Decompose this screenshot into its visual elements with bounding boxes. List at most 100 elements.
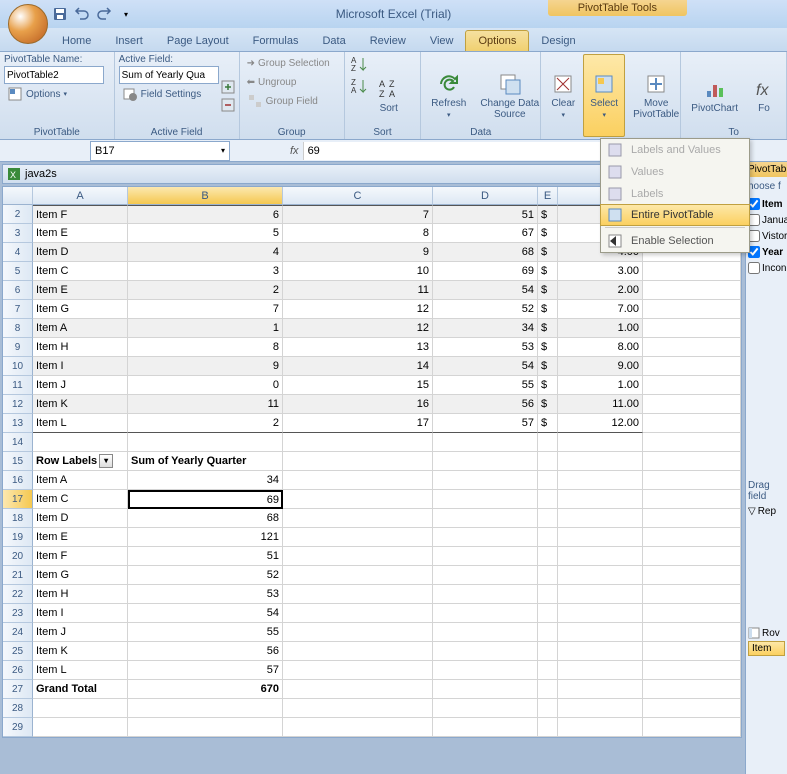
row-header[interactable]: 19	[3, 528, 33, 547]
pivot-options-button[interactable]: Options ▾	[4, 85, 104, 103]
pivot-row-labels-header[interactable]: Row Labels▾	[33, 452, 128, 471]
cell[interactable]: 54	[433, 281, 538, 300]
cell[interactable]	[433, 661, 538, 680]
cell[interactable]	[643, 319, 741, 338]
cell[interactable]	[643, 509, 741, 528]
cell[interactable]	[643, 718, 741, 737]
cell[interactable]	[643, 357, 741, 376]
cell[interactable]	[538, 490, 558, 509]
row-header[interactable]: 26	[3, 661, 33, 680]
cell[interactable]	[558, 604, 643, 623]
row-header[interactable]: 6	[3, 281, 33, 300]
cell[interactable]: 9	[283, 243, 433, 262]
cell[interactable]	[643, 566, 741, 585]
cell[interactable]: 12	[283, 319, 433, 338]
cell[interactable]	[538, 471, 558, 490]
row-header[interactable]: 21	[3, 566, 33, 585]
row-header[interactable]: 12	[3, 395, 33, 414]
cell[interactable]	[558, 585, 643, 604]
cell[interactable]	[283, 699, 433, 718]
cell[interactable]	[643, 547, 741, 566]
cell[interactable]: $	[538, 357, 558, 376]
clear-button[interactable]: Clear▾	[545, 54, 581, 137]
cell[interactable]	[643, 281, 741, 300]
cell[interactable]: 67	[433, 224, 538, 243]
field-check-item[interactable]: Item	[748, 196, 785, 212]
cell[interactable]	[643, 661, 741, 680]
row-header[interactable]: 4	[3, 243, 33, 262]
cell[interactable]	[538, 604, 558, 623]
cell[interactable]	[538, 452, 558, 471]
cell[interactable]	[643, 395, 741, 414]
save-icon[interactable]	[50, 4, 70, 24]
row-header[interactable]: 16	[3, 471, 33, 490]
cell[interactable]	[33, 718, 128, 737]
cell[interactable]	[538, 642, 558, 661]
cell[interactable]	[558, 433, 643, 452]
cell[interactable]: Item I	[33, 604, 128, 623]
cell[interactable]	[433, 699, 538, 718]
row-header[interactable]: 22	[3, 585, 33, 604]
cell[interactable]: Item L	[33, 414, 128, 433]
cell[interactable]: $	[538, 395, 558, 414]
col-header-E[interactable]: E	[538, 187, 558, 205]
change-data-button[interactable]: Change Data Source	[474, 54, 545, 137]
select-button[interactable]: Select▾	[583, 54, 625, 137]
cell[interactable]	[643, 338, 741, 357]
cell[interactable]: Item G	[33, 566, 128, 585]
cell[interactable]	[433, 547, 538, 566]
cell[interactable]	[283, 566, 433, 585]
cell[interactable]: Item I	[33, 357, 128, 376]
qat-customize-icon[interactable]: ▾	[116, 4, 136, 24]
cell[interactable]: $	[538, 262, 558, 281]
cell[interactable]	[643, 433, 741, 452]
cell[interactable]	[283, 452, 433, 471]
cell[interactable]: Item E	[33, 224, 128, 243]
cell[interactable]	[283, 433, 433, 452]
cell[interactable]: 8	[283, 224, 433, 243]
office-button[interactable]	[8, 4, 48, 44]
col-header-A[interactable]: A	[33, 187, 128, 205]
cell[interactable]: 7	[283, 205, 433, 224]
cell[interactable]: Item J	[33, 376, 128, 395]
cell[interactable]	[433, 623, 538, 642]
cell[interactable]: 0	[128, 376, 283, 395]
cell[interactable]: Item H	[33, 338, 128, 357]
cell[interactable]	[283, 642, 433, 661]
cell[interactable]	[33, 699, 128, 718]
cell[interactable]	[643, 300, 741, 319]
cell[interactable]	[558, 566, 643, 585]
select-all-cell[interactable]	[3, 187, 33, 205]
cell[interactable]	[128, 718, 283, 737]
cell[interactable]	[283, 528, 433, 547]
cell[interactable]: Item F	[33, 205, 128, 224]
cell[interactable]: 9.00	[558, 357, 643, 376]
cell[interactable]: 54	[433, 357, 538, 376]
cell[interactable]: Item D	[33, 243, 128, 262]
cell[interactable]	[643, 585, 741, 604]
cell[interactable]: 53	[128, 585, 283, 604]
cell[interactable]: 34	[433, 319, 538, 338]
cell[interactable]	[643, 376, 741, 395]
row-header[interactable]: 8	[3, 319, 33, 338]
cell[interactable]	[433, 509, 538, 528]
cell[interactable]	[643, 452, 741, 471]
cell[interactable]	[558, 471, 643, 490]
cell[interactable]: 69	[433, 262, 538, 281]
tab-design[interactable]: Design	[529, 31, 587, 51]
cell[interactable]	[283, 680, 433, 699]
row-header[interactable]: 24	[3, 623, 33, 642]
cell[interactable]: 53	[433, 338, 538, 357]
cell[interactable]	[433, 566, 538, 585]
cell[interactable]	[558, 699, 643, 718]
cell[interactable]: 8.00	[558, 338, 643, 357]
cell[interactable]: 12	[283, 300, 433, 319]
cell[interactable]: 34	[128, 471, 283, 490]
row-header[interactable]: 17	[3, 490, 33, 509]
cell[interactable]	[558, 490, 643, 509]
cell[interactable]	[643, 471, 741, 490]
cell[interactable]: $	[538, 243, 558, 262]
cell[interactable]: Item H	[33, 585, 128, 604]
grand-total-label[interactable]: Grand Total	[33, 680, 128, 699]
grand-total-value[interactable]: 670	[128, 680, 283, 699]
